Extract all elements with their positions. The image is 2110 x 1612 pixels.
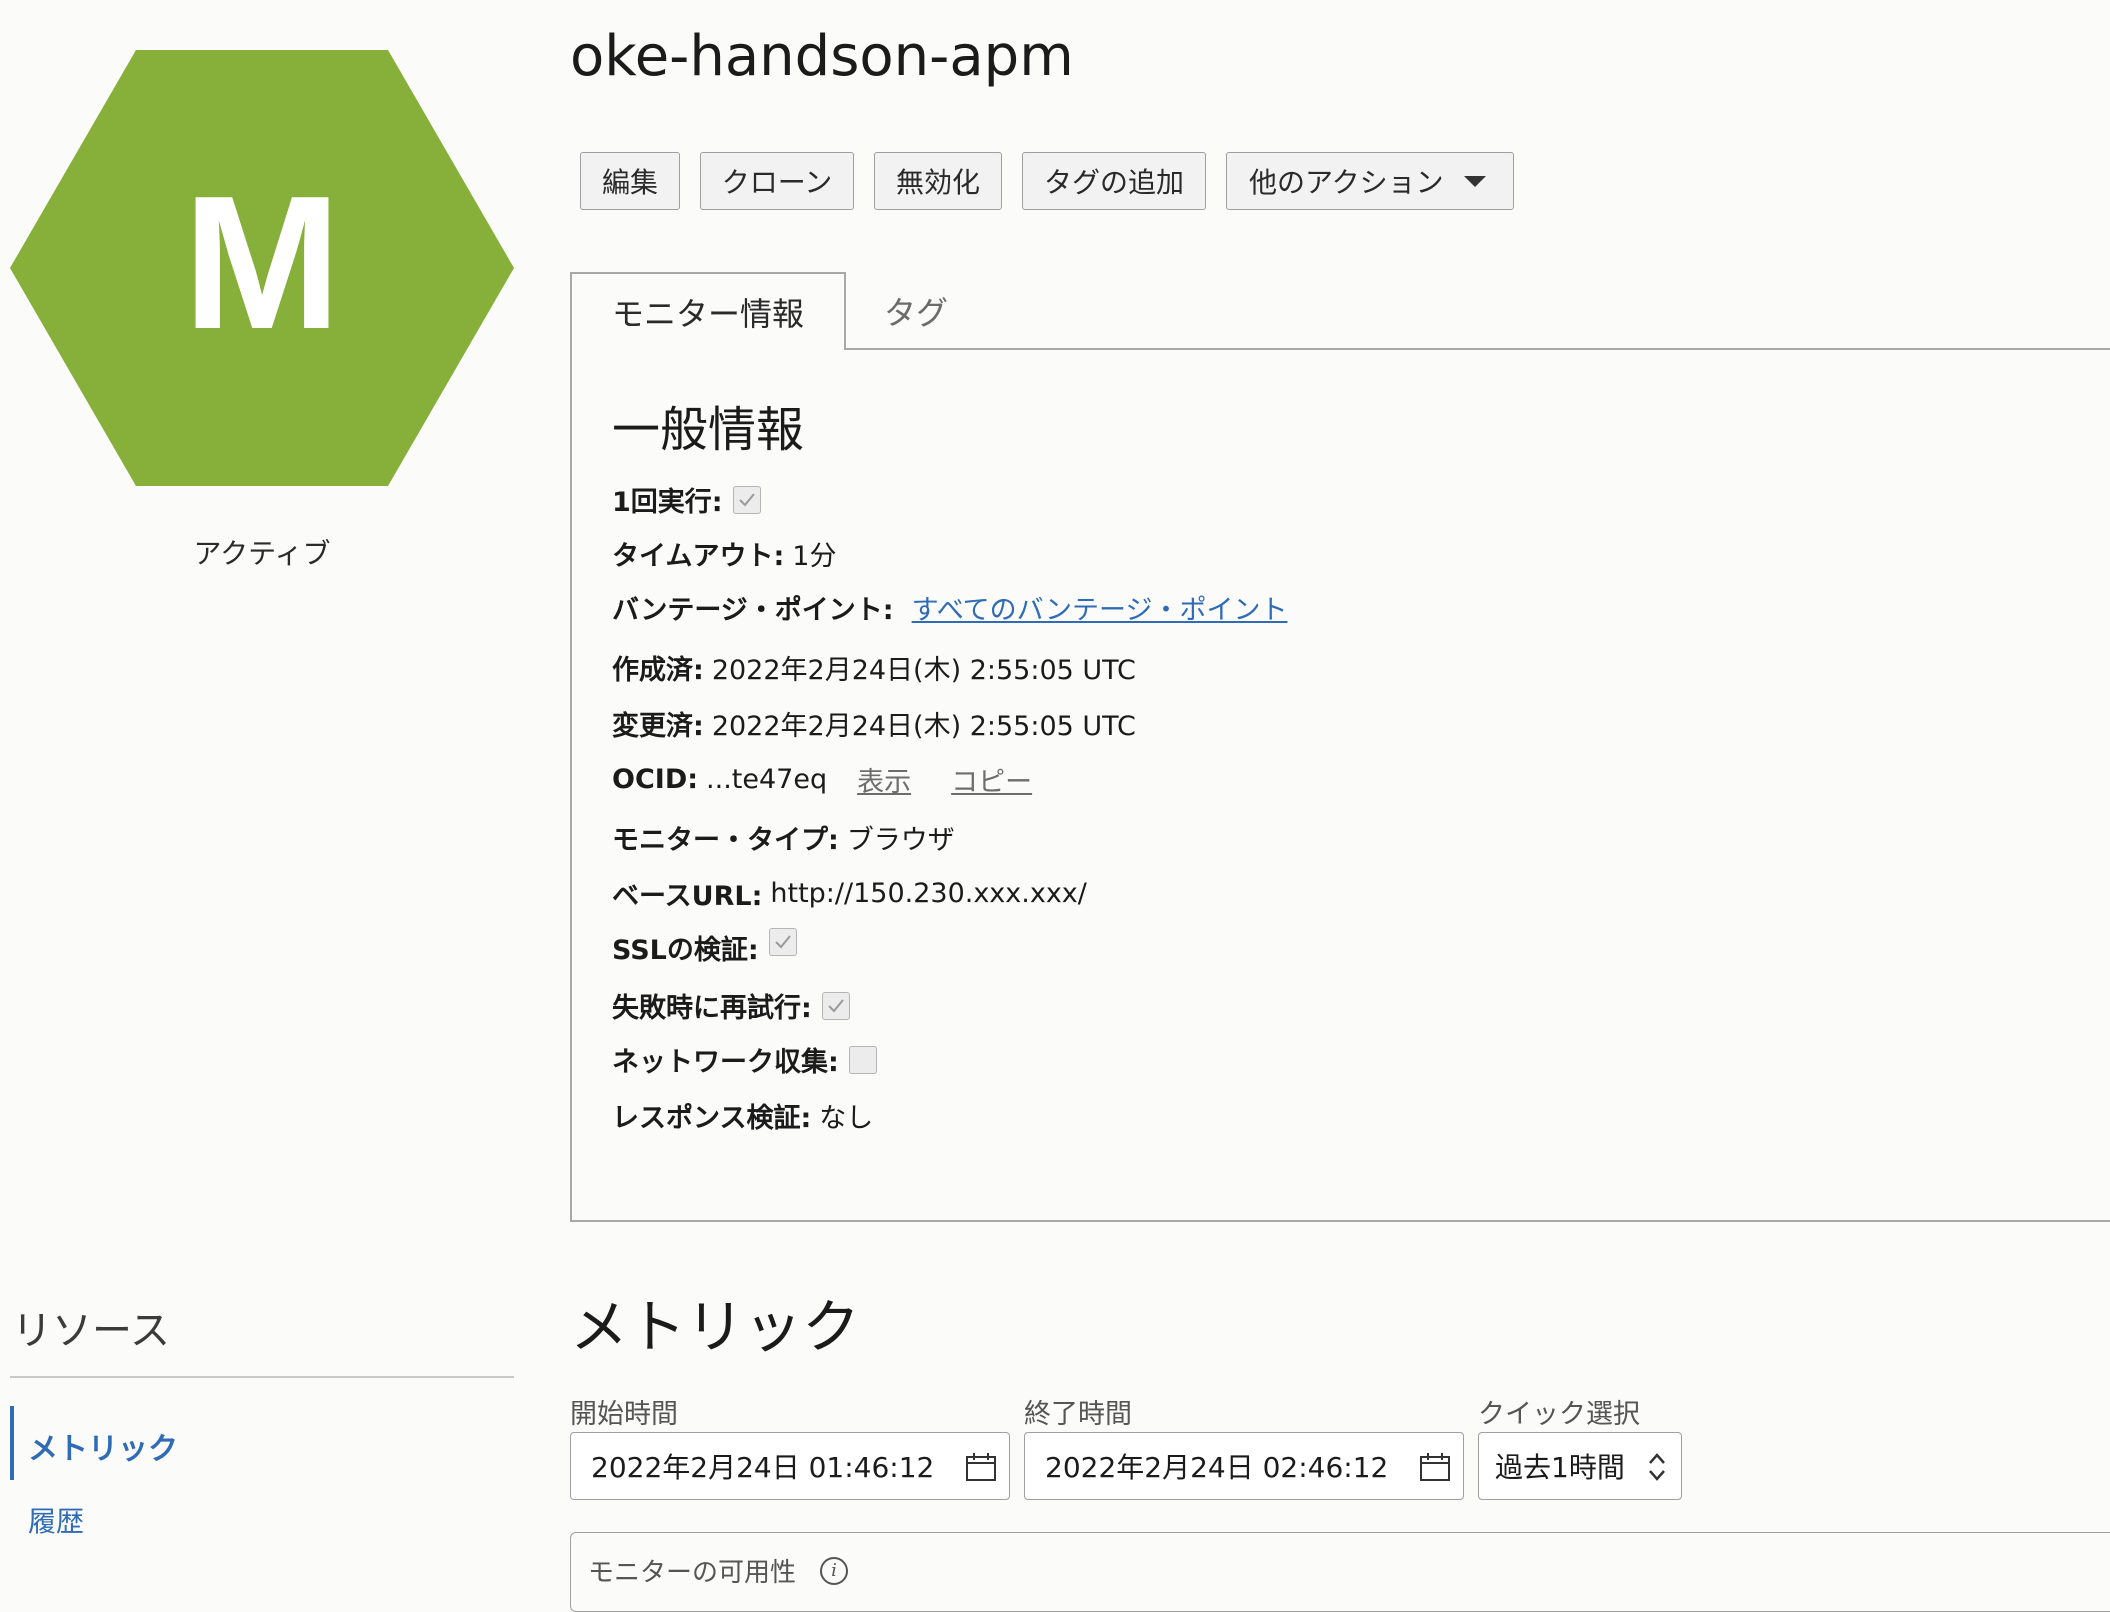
more-actions-label: 他のアクション — [1249, 166, 1444, 199]
quick-select-value: 過去1時間 — [1495, 1451, 1625, 1484]
page-title: oke-handson-apm — [570, 24, 1074, 89]
retry-label: 失敗時に再試行: — [612, 993, 812, 1024]
ocid-copy-link[interactable]: コピー — [951, 760, 1032, 799]
row-base-url: ベースURL: http://150.230.xxx.xxx/ — [612, 874, 1087, 913]
monitor-status: アクティブ — [193, 537, 331, 570]
timeout-value: 1分 — [792, 541, 837, 572]
created-label: 作成済: — [612, 655, 704, 686]
tab-monitor-info[interactable]: モニター情報 — [570, 272, 846, 350]
base-url-value: http://150.230.xxx.xxx/ — [770, 878, 1087, 909]
up-down-chevron-icon — [1649, 1453, 1665, 1481]
monitor-type-value: ブラウザ — [846, 825, 955, 856]
start-time-value: 2022年2月24日 01:46:12 — [591, 1451, 935, 1484]
row-ocid: OCID: ...te47eq 表示 コピー — [612, 760, 1032, 799]
updated-label: 変更済: — [612, 711, 704, 742]
response-value: なし — [819, 1103, 874, 1134]
availability-label: モニターの可用性 — [588, 1558, 797, 1588]
network-checkbox — [848, 1045, 877, 1074]
ocid-show-link[interactable]: 表示 — [857, 760, 911, 799]
resource-link-history[interactable]: 履歴 — [28, 1500, 84, 1540]
calendar-icon[interactable] — [1419, 1452, 1451, 1482]
monitor-initial: M — [183, 157, 341, 369]
created-value: 2022年2月24日(木) 2:55:05 UTC — [711, 655, 1136, 686]
ocid-label: OCID: — [612, 764, 699, 795]
monitor-hexagon-icon: M — [10, 50, 514, 486]
updated-value: 2022年2月24日(木) 2:55:05 UTC — [711, 711, 1136, 742]
row-updated: 変更済: 2022年2月24日(木) 2:55:05 UTC — [612, 704, 1136, 743]
end-time-value: 2022年2月24日 02:46:12 — [1045, 1451, 1389, 1484]
row-network: ネットワーク収集: — [612, 1040, 877, 1079]
more-actions-button[interactable]: 他のアクション — [1226, 152, 1514, 210]
resources-divider — [10, 1376, 514, 1378]
resources-title: リソース — [12, 1308, 170, 1354]
vantage-points-link[interactable]: すべてのバンテージ・ポイント — [912, 588, 1288, 627]
quick-select-dropdown[interactable]: 過去1時間 — [1478, 1432, 1682, 1500]
ssl-label: SSLの検証: — [612, 935, 759, 966]
disable-button[interactable]: 無効化 — [874, 152, 1002, 210]
row-timeout: タイムアウト: 1分 — [612, 534, 836, 573]
caret-down-icon — [1463, 175, 1486, 187]
vantage-label: バンテージ・ポイント: — [612, 595, 894, 626]
row-vantage: バンテージ・ポイント: すべてのバンテージ・ポイント — [612, 588, 1287, 627]
run-once-label: 1回実行: — [612, 487, 723, 518]
monitor-type-label: モニター・タイプ: — [612, 825, 839, 856]
availability-header: モニターの可用性 i — [588, 1552, 849, 1589]
ocid-value: ...te47eq — [706, 764, 828, 795]
info-icon[interactable]: i — [820, 1556, 849, 1585]
row-response: レスポンス検証: なし — [612, 1096, 873, 1135]
tab-tags[interactable]: タグ — [884, 288, 948, 334]
row-retry: 失敗時に再試行: — [612, 986, 850, 1025]
base-url-label: ベースURL: — [612, 881, 763, 912]
start-time-input[interactable]: 2022年2月24日 01:46:12 — [570, 1432, 1010, 1500]
run-once-checkbox — [732, 485, 761, 514]
metrics-title: メトリック — [570, 1293, 861, 1361]
response-label: レスポンス検証: — [612, 1103, 812, 1134]
add-tag-button[interactable]: タグの追加 — [1022, 152, 1206, 210]
ssl-checkbox — [768, 927, 797, 956]
row-created: 作成済: 2022年2月24日(木) 2:55:05 UTC — [612, 648, 1136, 687]
edit-button[interactable]: 編集 — [580, 152, 680, 210]
row-run-once: 1回実行: — [612, 480, 761, 519]
network-label: ネットワーク収集: — [612, 1047, 839, 1078]
clone-button[interactable]: クローン — [700, 152, 854, 210]
row-ssl: SSLの検証: — [612, 927, 797, 967]
end-time-label: 終了時間 — [1024, 1399, 1132, 1430]
general-info-title: 一般情報 — [612, 402, 805, 458]
row-monitor-type: モニター・タイプ: ブラウザ — [612, 818, 955, 857]
resource-link-metrics[interactable]: メトリック — [28, 1424, 178, 1468]
timeout-label: タイムアウト: — [612, 541, 785, 572]
calendar-icon[interactable] — [965, 1452, 997, 1482]
quick-select-label: クイック選択 — [1478, 1399, 1640, 1430]
retry-checkbox — [821, 991, 850, 1020]
end-time-input[interactable]: 2022年2月24日 02:46:12 — [1024, 1432, 1464, 1500]
resources-active-indicator — [10, 1406, 14, 1480]
start-time-label: 開始時間 — [570, 1399, 678, 1430]
